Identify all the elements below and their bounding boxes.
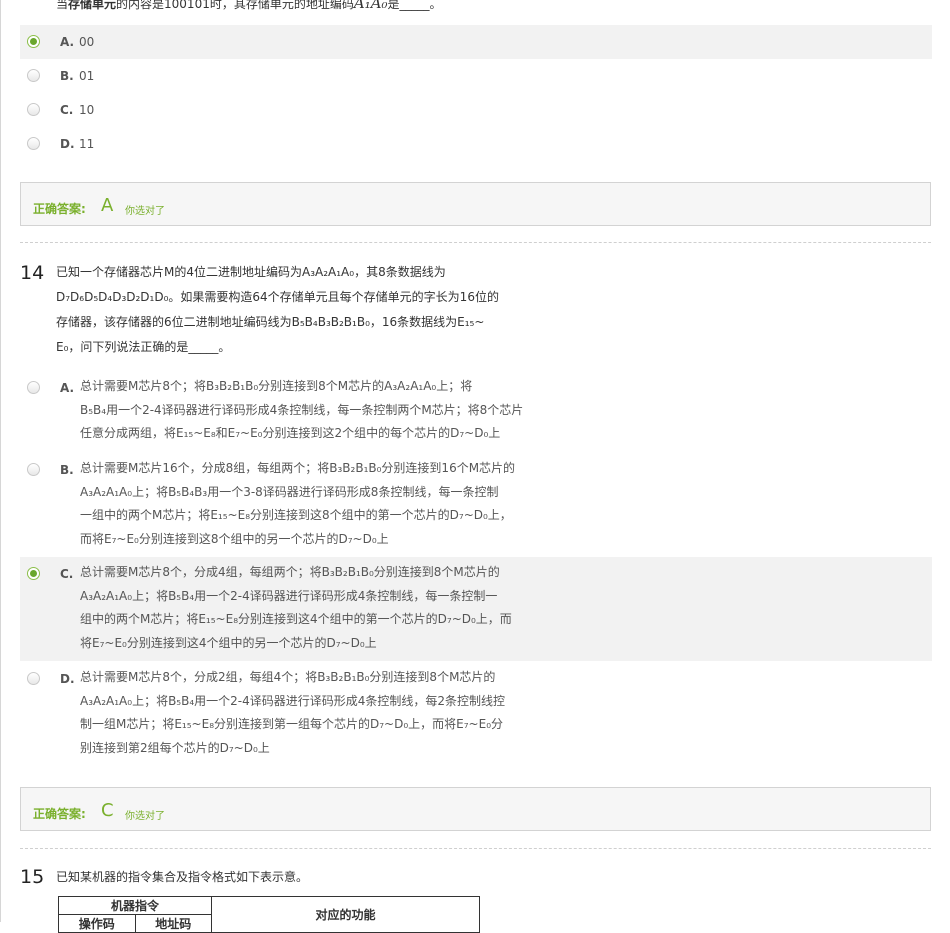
option-line: 任意分成两组，将E₁₅~E₈和E₇~E₀分别连接到这2个组中的每个芯片的D₇~D… xyxy=(80,426,501,440)
option-letter: D. xyxy=(60,672,75,686)
q14-option-a[interactable]: A. 总计需要M芯片8个；将B₃B₂B₁B₀分别连接到8个M芯片的A₃A₂A₁A… xyxy=(20,373,932,453)
option-letter: B. xyxy=(60,69,74,83)
table-group-header: 机器指令 xyxy=(58,896,212,915)
q13-stem-bold: 存储单元 xyxy=(68,0,117,11)
q14-stem-line: D₇D₆D₅D₄D₃D₂D₁D₀。如果需要构造64个存储单元且每个存储单元的字长… xyxy=(56,290,499,304)
option-line: 总计需要M芯片8个，分成4组，每组两个；将B₃B₂B₁B₀分别连接到8个M芯片的 xyxy=(80,565,500,579)
option-letter: B. xyxy=(60,463,74,477)
radio-button[interactable] xyxy=(27,69,40,82)
table-header-opcode: 操作码 xyxy=(58,914,136,933)
option-text: 总计需要M芯片8个，分成4组，每组两个；将B₃B₂B₁B₀分别连接到8个M芯片的… xyxy=(80,561,580,655)
option-line: 总计需要M芯片16个，分成8组，每组两个；将B₃B₂B₁B₀分别连接到16个M芯… xyxy=(80,461,516,475)
q14-option-d[interactable]: D. 总计需要M芯片8个，分成2组，每组4个；将B₃B₂B₁B₀分别连接到8个M… xyxy=(20,664,932,764)
option-letter: A. xyxy=(60,381,75,395)
q14-stem-line: 已知一个存储器芯片M的4位二进制地址编码为A₃A₂A₁A₀，其8条数据线为 xyxy=(56,265,446,279)
option-line: A₃A₂A₁A₀上；将B₅B₄用一个2-4译码器进行译码形成4条控制线，每2条控… xyxy=(80,693,506,708)
radio-button[interactable] xyxy=(27,103,40,116)
q13-option-c[interactable]: C. 10 xyxy=(20,93,932,127)
question-divider xyxy=(20,848,931,849)
correct-answer-value: A xyxy=(101,195,114,216)
table-function-header: 对应的功能 xyxy=(211,896,480,933)
option-line: 总计需要M芯片8个，分成2组，每组4个；将B₃B₂B₁B₀分别连接到8个M芯片的 xyxy=(80,670,496,684)
option-line: 将E₇~E₀分别连接到这4个组中的另一个芯片的D₇~D₀上 xyxy=(80,635,377,650)
correct-answer-label: 正确答案: xyxy=(33,202,86,216)
q13-stem-math: A₁A₀ xyxy=(353,0,388,12)
question-number: 14 xyxy=(20,262,45,284)
q15-stem: 已知某机器的指令集合及指令格式如下表示意。 xyxy=(56,870,309,884)
answer-feedback: 你选对了 xyxy=(125,206,165,217)
q13-stem-end: 是_____。 xyxy=(387,0,442,11)
q13-option-a[interactable]: A. 00 xyxy=(20,25,932,59)
option-text: 总计需要M芯片16个，分成8组，每组两个；将B₃B₂B₁B₀分别连接到16个M芯… xyxy=(80,457,580,551)
option-letter: C. xyxy=(60,567,74,581)
option-text: 10 xyxy=(79,103,95,117)
q14-stem-line: E₀，问下列说法正确的是_____。 xyxy=(56,340,231,354)
option-letter: D. xyxy=(60,137,75,151)
radio-button[interactable] xyxy=(27,463,40,476)
option-letter: C. xyxy=(60,103,74,117)
answer-feedback: 你选对了 xyxy=(125,811,165,822)
q14-stem-line: 存储器，该存储器的6位二进制地址编码线为B₅B₄B₃B₂B₁B₀，16条数据线为… xyxy=(56,315,485,329)
q13-stem-prefix: 当 xyxy=(56,0,69,11)
option-text: 总计需要M芯片8个；将B₃B₂B₁B₀分别连接到8个M芯片的A₃A₂A₁A₀上；… xyxy=(80,375,580,446)
option-line: A₃A₂A₁A₀上；将B₅B₄B₃用一个3-8译码器进行译码形成8条控制线，每一… xyxy=(80,484,499,499)
option-line: B₅B₄用一个2-4译码器进行译码形成4条控制线，每一条控制两个M芯片；将8个芯… xyxy=(80,402,524,417)
option-text: 11 xyxy=(79,137,95,151)
option-line: A₃A₂A₁A₀上；将B₅B₄用一个2-4译码器进行译码形成4条控制线，每一条控… xyxy=(80,588,498,603)
q13-option-d[interactable]: D. 11 xyxy=(20,127,932,161)
correct-answer-label: 正确答案: xyxy=(33,807,86,821)
option-line: 制一组M芯片；将E₁₅~E₈分别连接到第一组每个芯片的D₇~D₀上，而将E₇~E… xyxy=(80,717,504,731)
q14-option-b[interactable]: B. 总计需要M芯片16个，分成8组，每组两个；将B₃B₂B₁B₀分别连接到16… xyxy=(20,455,932,555)
q13-answer-box: 正确答案: A 你选对了 xyxy=(20,182,931,226)
table-header-address: 地址码 xyxy=(134,914,212,933)
question-divider xyxy=(20,242,931,243)
correct-answer-value: C xyxy=(101,800,114,821)
q14-answer-box: 正确答案: C 你选对了 xyxy=(20,787,931,831)
option-line: 组中的两个M芯片；将E₁₅~E₈分别连接到这4个组中的第一个芯片的D₇~D₀上，… xyxy=(80,612,512,626)
option-line: 一组中的两个M芯片；将E₁₅~E₈分别连接到这8个组中的第一个芯片的D₇~D₀上… xyxy=(80,508,512,522)
q13-stem: 当存储单元的内容是100101时，其存储单元的地址编码A₁A₀是_____。 xyxy=(56,0,442,12)
quiz-page: 当存储单元的内容是100101时，其存储单元的地址编码A₁A₀是_____。 A… xyxy=(0,0,950,933)
q13-option-b[interactable]: B. 01 xyxy=(20,59,932,93)
q13-stem-rest: 的内容是100101时，其存储单元的地址编码 xyxy=(116,0,354,11)
option-letter: A. xyxy=(60,35,75,49)
option-text: 00 xyxy=(79,35,95,49)
radio-button-selected[interactable] xyxy=(27,567,40,580)
radio-button[interactable] xyxy=(27,137,40,150)
option-line: 而将E₇~E₀分别连接到这8个组中的另一个芯片的D₇~D₀上 xyxy=(80,531,389,546)
radio-button[interactable] xyxy=(27,672,40,685)
radio-button-selected[interactable] xyxy=(27,35,40,48)
page-left-border xyxy=(0,0,1,922)
option-text: 总计需要M芯片8个，分成2组，每组4个；将B₃B₂B₁B₀分别连接到8个M芯片的… xyxy=(80,666,580,760)
option-text: 01 xyxy=(79,69,95,83)
option-line: 总计需要M芯片8个；将B₃B₂B₁B₀分别连接到8个M芯片的A₃A₂A₁A₀上；… xyxy=(80,379,473,393)
q14-stem: 已知一个存储器芯片M的4位二进制地址编码为A₃A₂A₁A₀，其8条数据线为 D₇… xyxy=(56,260,586,360)
option-line: 别连接到第2组每个芯片的D₇~D₀上 xyxy=(80,740,270,755)
question-number: 15 xyxy=(20,866,45,888)
instruction-format-table: 机器指令 对应的功能 操作码 地址码 xyxy=(58,896,480,933)
radio-button[interactable] xyxy=(27,381,40,394)
q14-option-c[interactable]: C. 总计需要M芯片8个，分成4组，每组两个；将B₃B₂B₁B₀分别连接到8个M… xyxy=(20,557,932,661)
